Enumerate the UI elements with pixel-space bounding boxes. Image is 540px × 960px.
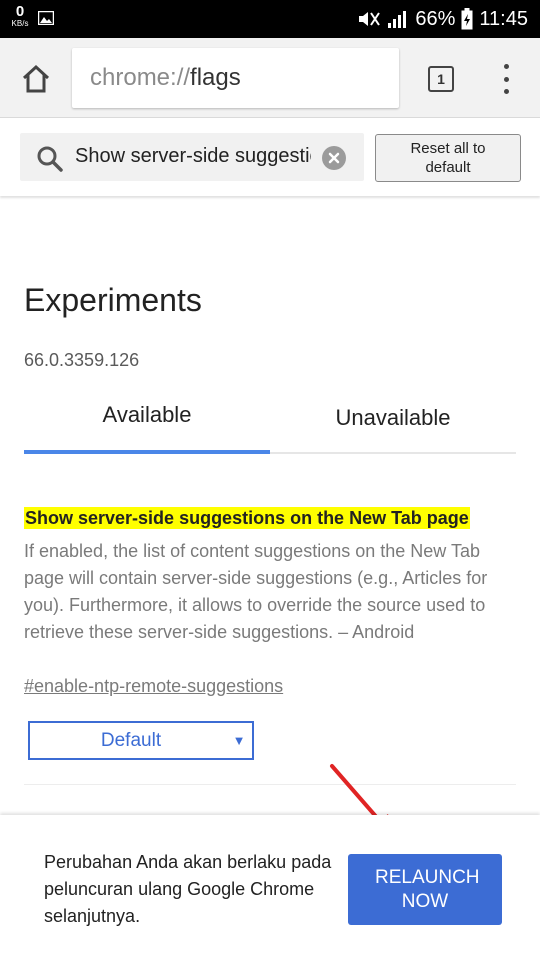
tab-available-label: Available bbox=[102, 402, 192, 427]
search-field[interactable]: Show server-side suggestions bbox=[20, 133, 364, 181]
battery-charging-icon bbox=[461, 8, 473, 30]
relaunch-message: Perubahan Anda akan berlaku pada peluncu… bbox=[44, 852, 332, 926]
status-bar: 0 KB/s 66% 11:45 bbox=[0, 0, 540, 38]
menu-dot bbox=[503, 89, 509, 94]
tab-selected-indicator bbox=[24, 450, 270, 454]
tab-bar: Available Unavailable bbox=[24, 388, 516, 454]
divider bbox=[24, 784, 516, 785]
reset-all-label: Reset all to default bbox=[410, 140, 486, 176]
status-icons: 66% 11:45 bbox=[357, 0, 528, 38]
browser-toolbar: chrome://flags 1 bbox=[0, 38, 540, 118]
tab-count: 1 bbox=[437, 71, 445, 87]
menu-dot bbox=[503, 64, 509, 69]
url-scheme: chrome:// bbox=[90, 64, 191, 91]
url-host: flags bbox=[190, 64, 241, 91]
flags-header: Show server-side suggestions Reset all t… bbox=[0, 118, 540, 196]
search-input[interactable]: Show server-side suggestions bbox=[75, 145, 311, 168]
url-bar[interactable]: chrome://flags bbox=[72, 48, 399, 108]
tab-unavailable-label: Unavailable bbox=[335, 405, 451, 430]
tab-unavailable[interactable]: Unavailable bbox=[270, 388, 516, 452]
data-speed-indicator: 0 KB/s bbox=[8, 4, 32, 28]
experiment-anchor-link[interactable]: #enable-ntp-remote-suggestions bbox=[24, 676, 283, 697]
search-icon bbox=[36, 145, 64, 178]
home-icon[interactable] bbox=[18, 61, 54, 97]
tab-switcher-icon[interactable]: 1 bbox=[428, 66, 454, 92]
page-title: Experiments bbox=[24, 282, 202, 318]
data-speed-unit: KB/s bbox=[11, 19, 29, 28]
experiment-title: Show server-side suggestions on the New … bbox=[24, 507, 470, 529]
tab-available[interactable]: Available bbox=[24, 388, 270, 452]
relaunch-banner: Perubahan Anda akan berlaku pada peluncu… bbox=[0, 815, 540, 960]
experiment-option-select[interactable]: Default ▼ bbox=[28, 721, 254, 760]
clear-icon[interactable] bbox=[322, 146, 346, 170]
image-icon bbox=[37, 10, 55, 30]
battery-percent: 66% bbox=[415, 7, 456, 30]
signal-icon bbox=[387, 9, 409, 29]
experiment-description: If enabled, the list of content suggesti… bbox=[24, 541, 488, 642]
relaunch-now-button[interactable]: RELAUNCH NOW bbox=[348, 854, 502, 925]
selected-option: Default bbox=[100, 729, 162, 751]
relaunch-now-label: RELAUNCH NOW bbox=[375, 866, 480, 912]
clock: 11:45 bbox=[479, 7, 528, 30]
data-speed-value: 0 bbox=[15, 3, 25, 20]
overflow-menu-icon[interactable] bbox=[496, 64, 516, 94]
version-label: 66.0.3359.126 bbox=[24, 350, 140, 370]
mute-icon bbox=[357, 9, 381, 29]
menu-dot bbox=[503, 76, 509, 82]
dropdown-arrow-icon: ▼ bbox=[232, 733, 246, 748]
reset-all-button[interactable]: Reset all to default bbox=[375, 134, 521, 182]
